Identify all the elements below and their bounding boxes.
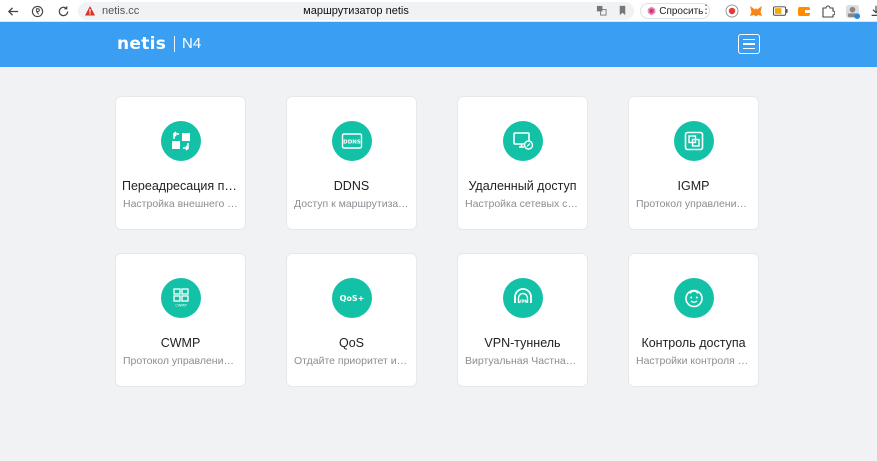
netis-logo: netis: [117, 34, 167, 54]
menu-line: [743, 47, 755, 50]
tab-title: маршрутизатор netis: [303, 5, 409, 17]
arrow-left-icon: [7, 6, 18, 16]
card-title: Переадресация пор...: [122, 179, 239, 193]
qos-icon: QoS+: [332, 278, 372, 318]
card-description: Виртуальная Частная С...: [465, 355, 580, 367]
card-title: Удаленный доступ: [468, 179, 577, 193]
translate-icon[interactable]: [596, 5, 607, 19]
profile-icon[interactable]: [844, 3, 860, 19]
cwmp-icon-text: CWMP: [175, 304, 187, 308]
yandex-button[interactable]: [26, 0, 48, 22]
card-description: Протокол управления ...: [636, 198, 751, 210]
card-title: IGMP: [677, 179, 710, 193]
card-ddns[interactable]: DDNS DDNS Доступ к маршрутизат...: [286, 96, 417, 230]
wallet-extension-icon[interactable]: [796, 3, 812, 19]
extensions-bar: [724, 3, 877, 19]
card-title: VPN-туннель: [484, 336, 561, 350]
access-control-icon: [674, 278, 714, 318]
qos-icon-text: QoS+: [340, 294, 364, 303]
battery-extension-icon[interactable]: [772, 3, 788, 19]
menu-line: [743, 38, 755, 41]
logo-divider: [174, 36, 175, 52]
yandex-icon: [31, 5, 43, 17]
card-title: DDNS: [333, 179, 370, 193]
browser-toolbar: netis.cc маршрутизатор netis ✺ Спросить …: [0, 0, 877, 22]
card-description: Доступ к маршрутизат...: [294, 198, 409, 210]
downloads-icon[interactable]: [868, 3, 877, 19]
alice-icon: ✺: [647, 5, 657, 18]
card-title: CWMP: [160, 336, 201, 350]
menu-button[interactable]: [738, 34, 760, 54]
warning-icon[interactable]: [84, 5, 96, 17]
bookmark-icon[interactable]: [617, 5, 628, 19]
remote-access-icon: [503, 121, 543, 161]
reload-button[interactable]: [52, 0, 74, 22]
more-menu-icon[interactable]: ⋮: [700, 2, 712, 16]
vpn-icon: VPN: [503, 278, 543, 318]
card-port-forwarding[interactable]: Переадресация пор... Настройка внешнего …: [115, 96, 246, 230]
url-text[interactable]: netis.cc: [102, 5, 139, 17]
address-bar-actions: [596, 5, 628, 19]
port-forward-icon: [161, 121, 201, 161]
cwmp-icon: CWMP: [161, 278, 201, 318]
card-title: QoS: [338, 336, 364, 350]
card-access-control[interactable]: Контроль доступа Настройки контроля д...: [628, 253, 759, 387]
ddns-icon-text: DDNS: [343, 140, 361, 146]
back-button[interactable]: [2, 0, 24, 22]
model-name: N4: [182, 35, 202, 52]
card-igmp[interactable]: IGMP Протокол управления ...: [628, 96, 759, 230]
card-remote-access[interactable]: Удаленный доступ Настройка сетевых слу..…: [457, 96, 588, 230]
card-vpn[interactable]: VPN VPN-туннель Виртуальная Частная С...: [457, 253, 588, 387]
ddns-icon: DDNS: [332, 121, 372, 161]
puzzle-extension-icon[interactable]: [820, 3, 836, 19]
metamask-extension-icon[interactable]: [748, 3, 764, 19]
card-title: Контроль доступа: [641, 336, 746, 350]
vpn-icon-text: VPN: [518, 299, 528, 304]
igmp-icon: [674, 121, 714, 161]
app-header: netis N4: [0, 22, 877, 67]
menu-line: [743, 43, 755, 45]
card-qos[interactable]: QoS+ QoS Отдайте приоритет ин...: [286, 253, 417, 387]
address-bar[interactable]: netis.cc маршрутизатор netis: [78, 2, 634, 20]
reload-icon: [58, 5, 68, 16]
card-description: Настройки контроля д...: [636, 355, 751, 367]
card-description: Отдайте приоритет ин...: [294, 355, 409, 367]
card-description: Протокол управления ...: [123, 355, 238, 367]
card-cwmp[interactable]: CWMP CWMP Протокол управления ...: [115, 253, 246, 387]
record-extension-icon[interactable]: [724, 3, 740, 19]
card-description: Настройка внешнего д...: [123, 198, 238, 210]
card-description: Настройка сетевых слу...: [465, 198, 580, 210]
ask-label: Спросить: [659, 5, 704, 17]
